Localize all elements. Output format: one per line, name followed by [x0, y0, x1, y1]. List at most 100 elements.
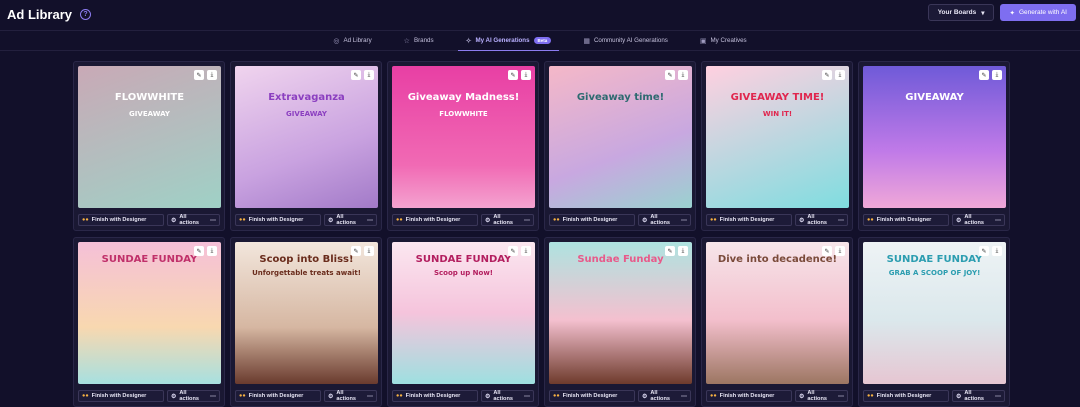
edit-icon[interactable]: ✎ [665, 70, 675, 80]
ad-subline: GIVEAWAY [286, 110, 327, 118]
all-actions-button[interactable]: ⚙ All actions ⋯ [167, 214, 220, 226]
ad-thumbnail[interactable]: SUNDAE FUNDAY GRAB A SCOOP OF JOY! ✎ ⤓ [863, 242, 1006, 384]
edit-icon[interactable]: ✎ [822, 246, 832, 256]
finish-with-designer-button[interactable]: ●● Finish with Designer [235, 390, 321, 402]
edit-icon[interactable]: ✎ [822, 70, 832, 80]
edit-icon[interactable]: ✎ [508, 70, 518, 80]
all-actions-button[interactable]: ⚙ All actions ⋯ [638, 214, 691, 226]
all-actions-button[interactable]: ⚙ All actions ⋯ [167, 390, 220, 402]
edit-icon[interactable]: ✎ [194, 70, 204, 80]
tab-my-creatives[interactable]: ▣ My Creatives [684, 31, 763, 50]
download-icon[interactable]: ⤓ [364, 70, 374, 80]
tab-community-ai-generations[interactable]: ▦ Community AI Generations [567, 31, 684, 50]
generation-card[interactable]: Extravaganza GIVEAWAY ✎ ⤓ ●● Finish with… [230, 61, 382, 231]
download-icon[interactable]: ⤓ [521, 70, 531, 80]
ad-thumbnail[interactable]: Giveaway time! ✎ ⤓ [549, 66, 692, 208]
gear-icon: ⚙ [328, 393, 334, 400]
ad-thumbnail[interactable]: SUNDAE FUNDAY Scoop up Now! ✎ ⤓ [392, 242, 535, 384]
all-actions-button[interactable]: ⚙ All actions ⋯ [952, 214, 1005, 226]
finish-with-designer-button[interactable]: ●● Finish with Designer [863, 214, 949, 226]
generation-card[interactable]: Scoop into Bliss! Unforgettable treats a… [230, 237, 382, 407]
all-actions-label: All actions [493, 214, 513, 226]
ad-thumbnail[interactable]: Giveaway Madness! FLOWWHITE ✎ ⤓ [392, 66, 535, 208]
finish-with-designer-button[interactable]: ●● Finish with Designer [863, 390, 949, 402]
all-actions-button[interactable]: ⚙ All actions ⋯ [638, 390, 691, 402]
edit-icon[interactable]: ✎ [508, 246, 518, 256]
ad-image [549, 66, 692, 208]
download-icon[interactable]: ⤓ [835, 246, 845, 256]
download-icon[interactable]: ⤓ [678, 246, 688, 256]
all-actions-button[interactable]: ⚙ All actions ⋯ [481, 214, 534, 226]
finish-with-designer-button[interactable]: ●● Finish with Designer [392, 390, 478, 402]
compass-icon: ◎ [333, 37, 340, 45]
tab-brands[interactable]: ☆ Brands [388, 31, 450, 50]
finish-with-designer-button[interactable]: ●● Finish with Designer [78, 390, 164, 402]
tab-ad-library[interactable]: ◎ Ad Library [317, 31, 387, 50]
all-actions-button[interactable]: ⚙ All actions ⋯ [324, 390, 377, 402]
edit-icon[interactable]: ✎ [351, 70, 361, 80]
download-icon[interactable]: ⤓ [992, 246, 1002, 256]
download-icon[interactable]: ⤓ [207, 70, 217, 80]
thumbnail-actions: ✎ ⤓ [194, 70, 217, 80]
finish-label: Finish with Designer [91, 217, 147, 223]
ad-subline: GIVEAWAY [129, 110, 170, 118]
download-icon[interactable]: ⤓ [207, 246, 217, 256]
more-icon: ⋯ [681, 217, 687, 224]
ad-image [392, 66, 535, 208]
tab-my-ai-generations[interactable]: ✧ My AI Generations Beta [450, 31, 568, 51]
ad-thumbnail[interactable]: Extravaganza GIVEAWAY ✎ ⤓ [235, 66, 378, 208]
download-icon[interactable]: ⤓ [835, 70, 845, 80]
generation-card[interactable]: Sundae Funday ✎ ⤓ ●● Finish with Designe… [544, 237, 696, 407]
star-icon: ☆ [403, 37, 410, 45]
ad-subline: Unforgettable treats await! [252, 269, 361, 277]
finish-with-designer-button[interactable]: ●● Finish with Designer [392, 214, 478, 226]
generation-card[interactable]: Giveaway time! ✎ ⤓ ●● Finish with Design… [544, 61, 696, 231]
designer-emoji-icon: ●● [82, 217, 89, 223]
finish-with-designer-button[interactable]: ●● Finish with Designer [78, 214, 164, 226]
ad-thumbnail[interactable]: Scoop into Bliss! Unforgettable treats a… [235, 242, 378, 384]
finish-with-designer-button[interactable]: ●● Finish with Designer [235, 214, 321, 226]
finish-with-designer-button[interactable]: ●● Finish with Designer [549, 214, 635, 226]
ad-thumbnail[interactable]: GIVEAWAY TIME! WIN IT! ✎ ⤓ [706, 66, 849, 208]
edit-icon[interactable]: ✎ [194, 246, 204, 256]
download-icon[interactable]: ⤓ [992, 70, 1002, 80]
all-actions-button[interactable]: ⚙ All actions ⋯ [795, 390, 848, 402]
card-actions: ●● Finish with Designer ⚙ All actions ⋯ [863, 214, 1005, 226]
download-icon[interactable]: ⤓ [521, 246, 531, 256]
generations-grid: FLOWWHITE GIVEAWAY ✎ ⤓ ●● Finish with De… [73, 61, 1010, 407]
generation-card[interactable]: SUNDAE FUNDAY Scoop up Now! ✎ ⤓ ●● Finis… [387, 237, 539, 407]
edit-icon[interactable]: ✎ [979, 70, 989, 80]
download-icon[interactable]: ⤓ [678, 70, 688, 80]
all-actions-label: All actions [179, 214, 199, 226]
ad-thumbnail[interactable]: Sundae Funday ✎ ⤓ [549, 242, 692, 384]
finish-with-designer-button[interactable]: ●● Finish with Designer [706, 214, 792, 226]
generation-card[interactable]: FLOWWHITE GIVEAWAY ✎ ⤓ ●● Finish with De… [73, 61, 225, 231]
generate-with-ai-button[interactable]: ✦ Generate with AI [1000, 4, 1076, 21]
edit-icon[interactable]: ✎ [979, 246, 989, 256]
generation-card[interactable]: Giveaway Madness! FLOWWHITE ✎ ⤓ ●● Finis… [387, 61, 539, 231]
all-actions-button[interactable]: ⚙ All actions ⋯ [795, 214, 848, 226]
your-boards-label: Your Boards [937, 9, 977, 16]
all-actions-button[interactable]: ⚙ All actions ⋯ [324, 214, 377, 226]
ad-thumbnail[interactable]: GIVEAWAY ✎ ⤓ [863, 66, 1006, 208]
finish-with-designer-button[interactable]: ●● Finish with Designer [706, 390, 792, 402]
help-icon[interactable]: ? [80, 8, 92, 20]
card-actions: ●● Finish with Designer ⚙ All actions ⋯ [706, 214, 848, 226]
edit-icon[interactable]: ✎ [351, 246, 361, 256]
ad-thumbnail[interactable]: Dive into decadence! ✎ ⤓ [706, 242, 849, 384]
generation-card[interactable]: SUNDAE FUNDAY GRAB A SCOOP OF JOY! ✎ ⤓ ●… [858, 237, 1010, 407]
finish-with-designer-button[interactable]: ●● Finish with Designer [549, 390, 635, 402]
generation-card[interactable]: Dive into decadence! ✎ ⤓ ●● Finish with … [701, 237, 853, 407]
more-icon: ⋯ [210, 217, 216, 224]
all-actions-button[interactable]: ⚙ All actions ⋯ [481, 390, 534, 402]
generation-card[interactable]: SUNDAE FUNDAY ✎ ⤓ ●● Finish with Designe… [73, 237, 225, 407]
your-boards-dropdown[interactable]: Your Boards ▾ [927, 4, 995, 21]
edit-icon[interactable]: ✎ [665, 246, 675, 256]
designer-emoji-icon: ●● [553, 393, 560, 399]
all-actions-button[interactable]: ⚙ All actions ⋯ [952, 390, 1005, 402]
ad-thumbnail[interactable]: SUNDAE FUNDAY ✎ ⤓ [78, 242, 221, 384]
generation-card[interactable]: GIVEAWAY TIME! WIN IT! ✎ ⤓ ●● Finish wit… [701, 61, 853, 231]
generation-card[interactable]: GIVEAWAY ✎ ⤓ ●● Finish with Designer ⚙ A… [858, 61, 1010, 231]
ad-thumbnail[interactable]: FLOWWHITE GIVEAWAY ✎ ⤓ [78, 66, 221, 208]
download-icon[interactable]: ⤓ [364, 246, 374, 256]
